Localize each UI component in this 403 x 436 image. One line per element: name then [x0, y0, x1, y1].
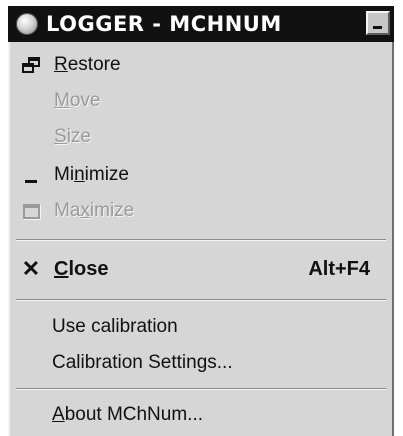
minimize-icon	[20, 164, 42, 186]
menu-item-use-calibration[interactable]: Use calibration	[10, 310, 392, 344]
menu-item-label: Calibration Settings...	[52, 352, 233, 373]
minimize-button[interactable]	[366, 11, 390, 35]
window-title: LOGGER - MCHNUM	[46, 12, 282, 36]
menu-separator	[16, 299, 386, 301]
menu-item-label: Restore	[54, 54, 121, 75]
menu-item-move: Move	[10, 84, 392, 118]
maximize-icon	[20, 200, 42, 222]
menu-item-minimize[interactable]: Minimize	[10, 158, 392, 192]
menu-separator	[16, 388, 386, 390]
menu-item-label: Move	[54, 90, 101, 111]
menu-item-about[interactable]: About MChNum...	[10, 398, 392, 432]
menu-item-label: Use calibration	[52, 316, 178, 337]
menu-item-maximize: Maximize	[10, 194, 392, 228]
menu-item-size: Size	[10, 120, 392, 154]
menu-separator	[16, 239, 386, 241]
menu-item-label: Size	[54, 126, 91, 147]
menu-item-label: Minimize	[54, 164, 129, 185]
window-titlebar[interactable]: LOGGER - MCHNUM	[8, 6, 394, 42]
menu-item-label: About MChNum...	[52, 404, 204, 425]
menu-item-restore[interactable]: Restore	[10, 48, 392, 82]
system-menu: Restore Move Size Minimize Maximize ✕ Cl…	[8, 42, 394, 436]
menu-item-label: Close	[54, 257, 109, 280]
minimize-icon	[373, 26, 382, 29]
app-disc-icon[interactable]	[16, 13, 38, 35]
menu-item-close[interactable]: ✕ Close Alt+F4	[10, 252, 392, 286]
close-icon: ✕	[21, 256, 41, 281]
restore-icon	[20, 54, 42, 76]
menu-item-shortcut: Alt+F4	[308, 257, 370, 280]
menu-item-label: Maximize	[54, 200, 135, 221]
menu-item-calibration-settings[interactable]: Calibration Settings...	[10, 346, 392, 380]
